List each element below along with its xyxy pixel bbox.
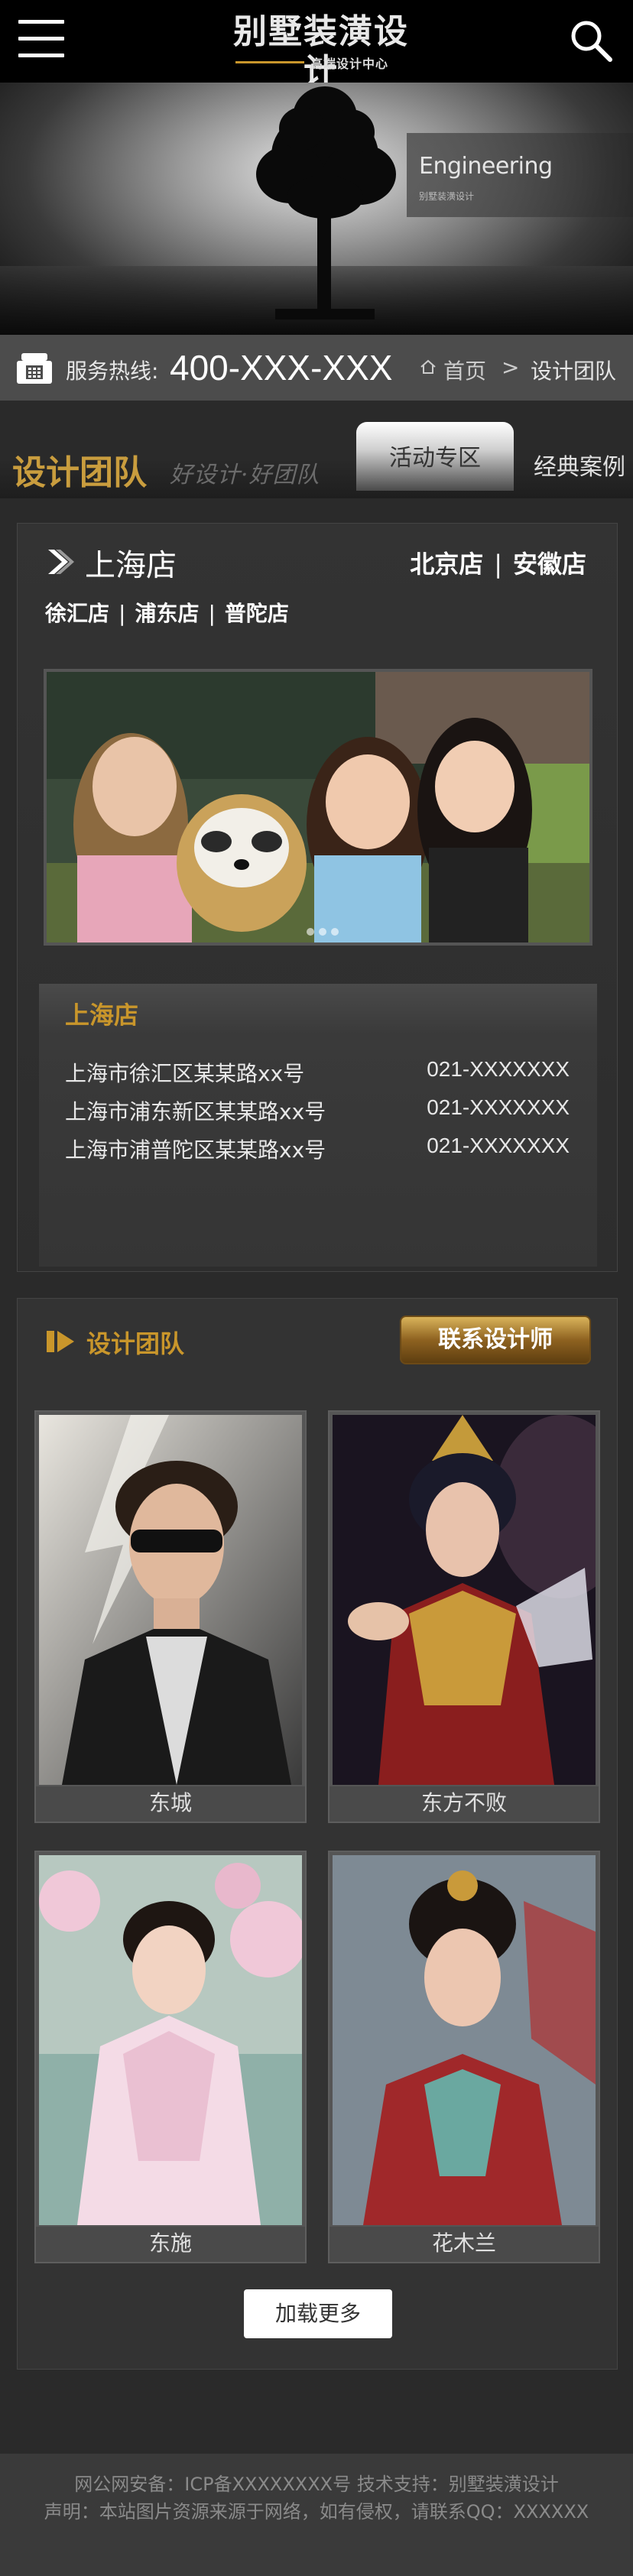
search-icon[interactable] (567, 17, 615, 64)
section-title-row: 设计团队 好设计·好团队 活动专区 经典案例 (0, 401, 633, 498)
site-logo[interactable]: 别墅装潢设计 高端设计中心 (229, 12, 413, 91)
address-phone[interactable]: 021-XXXXXXX (427, 1095, 570, 1120)
address-row: 上海市浦东新区某某路xx号 021-XXXXXXX (65, 1095, 570, 1126)
designer-portrait (333, 1855, 596, 2225)
current-store-title: 上海店 (85, 548, 177, 583)
other-store-links: 北京店 | 安徽店 (410, 545, 586, 580)
logo-subtitle: 高端设计中心 (310, 57, 389, 71)
address-store-title: 上海店 (65, 1001, 139, 1030)
address-phone[interactable]: 021-XXXXXXX (427, 1134, 570, 1158)
section-title: 设计团队 (12, 453, 147, 492)
designer-card[interactable]: 东城 (34, 1410, 307, 1823)
branch-separator: | (118, 601, 126, 626)
hotline-label: 服务热线: (66, 358, 159, 384)
hotline-number[interactable]: 400-XXX-XXX (170, 347, 392, 388)
load-more-button[interactable]: 加载更多 (244, 2289, 392, 2338)
store-link-beijing[interactable]: 北京店 (410, 550, 483, 579)
address-row: 上海市浦普陀区某某路xx号 021-XXXXXXX (65, 1134, 570, 1164)
address-text: 上海市徐汇区某某路xx号 (65, 1061, 305, 1086)
tab-activity-zone-label: 活动专区 (389, 445, 481, 472)
chevron-right-icon (48, 550, 74, 574)
play-icon (47, 1331, 74, 1352)
hamburger-menu-icon[interactable] (18, 20, 64, 63)
store-link-anhui[interactable]: 安徽店 (513, 550, 586, 579)
home-icon[interactable] (419, 358, 437, 376)
telephone-icon (17, 353, 52, 384)
designer-card[interactable]: 花木兰 (328, 1851, 600, 2263)
designer-name: 花木兰 (329, 2227, 599, 2262)
top-header: 别墅装潢设计 高端设计中心 (0, 0, 633, 91)
breadcrumb-separator: > (502, 355, 520, 380)
footer-icp-line: 网公网安备：ICP备XXXXXXXX号 技术支持：别墅装潢设计 (74, 2474, 559, 2495)
branch-link-pudong[interactable]: 浦东店 (135, 601, 199, 626)
branch-link-putuo[interactable]: 普陀店 (225, 601, 289, 626)
designer-team-title: 设计团队 (86, 1329, 185, 1358)
address-phone[interactable]: 021-XXXXXXX (427, 1057, 570, 1082)
store-link-separator: | (494, 550, 502, 579)
designer-card[interactable]: 东方不败 (328, 1410, 600, 1823)
address-row: 上海市徐汇区某某路xx号 021-XXXXXXX (65, 1057, 570, 1088)
designer-portrait (39, 1415, 302, 1785)
designer-team-panel: 设计团队 联系设计师 东城 东方不败 东施 花木兰 加载更多 (17, 1298, 618, 2370)
designer-portrait (39, 1855, 302, 2225)
branch-separator: | (208, 601, 216, 626)
address-text: 上海市浦东新区某某路xx号 (65, 1099, 326, 1124)
tab-classic-cases[interactable]: 经典案例 (534, 448, 625, 482)
branch-links: 徐汇店 | 浦东店 | 普陀店 (45, 597, 289, 628)
branch-link-xuhui[interactable]: 徐汇店 (45, 601, 109, 626)
tab-activity-zone[interactable]: 活动专区 (356, 422, 514, 491)
hero-banner: Engineering 别墅装潢设计 (0, 83, 633, 335)
logo-title: 别墅装潢设计 (233, 12, 409, 91)
banner-caption: 别墅装潢设计 (419, 191, 475, 202)
designer-name: 东城 (36, 1786, 305, 1822)
breadcrumb-home[interactable]: 首页 (443, 355, 486, 385)
hotline-bar: 服务热线: 400-XXX-XXX 首页 > 设计团队 (0, 335, 633, 401)
page-footer: 网公网安备：ICP备XXXXXXXX号 技术支持：别墅装潢设计 声明：本站图片资… (0, 2454, 633, 2576)
designer-card[interactable]: 东施 (34, 1851, 307, 2263)
address-box: 上海店 上海市徐汇区某某路xx号 021-XXXXXXX 上海市浦东新区某某路x… (39, 984, 597, 1267)
group-photo (47, 672, 589, 942)
contact-designer-button[interactable]: 联系设计师 (400, 1316, 591, 1364)
designer-name: 东方不败 (329, 1786, 599, 1822)
section-slogan: 好设计·好团队 (170, 462, 320, 488)
banner-headline: Engineering (419, 153, 553, 180)
store-photo-carousel[interactable] (44, 669, 592, 946)
logo-divider (235, 61, 304, 63)
designer-portrait (333, 1415, 596, 1785)
address-text: 上海市浦普陀区某某路xx号 (65, 1137, 326, 1163)
store-panel: 上海店 北京店 | 安徽店 徐汇店 | 浦东店 | 普陀店 上海店 上海市徐汇区… (17, 523, 618, 1272)
footer-disclaimer-line: 声明：本站图片资源来源于网络，如有侵权，请联系QQ：XXXXXX (44, 2501, 589, 2522)
tree-illustration (256, 86, 396, 320)
carousel-dots[interactable] (307, 924, 343, 939)
breadcrumb-current: 设计团队 (531, 358, 617, 384)
designer-name: 东施 (36, 2227, 305, 2262)
